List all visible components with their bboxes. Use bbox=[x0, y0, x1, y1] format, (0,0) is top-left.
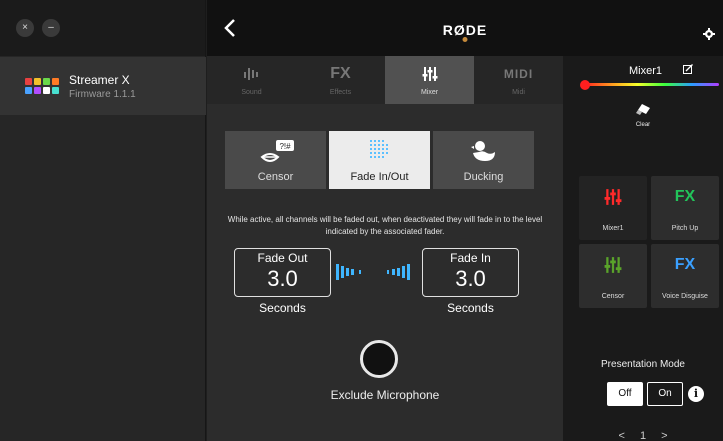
page-number: 1 bbox=[639, 430, 647, 441]
effect-fade-button[interactable]: Fade In/Out bbox=[329, 131, 430, 189]
pad-grid: Mixer1 FX Pitch Up Censor FX Voice Disgu… bbox=[579, 176, 719, 308]
fade-effect-panel: ?!# Censor Fade In/Out Ducking While act… bbox=[207, 104, 563, 441]
tab-midi-label: Midi bbox=[512, 88, 525, 96]
pad-label: Censor bbox=[601, 293, 625, 300]
eraser-icon[interactable] bbox=[636, 103, 652, 115]
section-tabs: Sound FX Effects Mixer MIDI Midi bbox=[207, 56, 563, 104]
window-controls: × – bbox=[0, 0, 205, 56]
svg-text:?!#: ?!# bbox=[279, 142, 291, 151]
color-slider-handle[interactable] bbox=[580, 80, 590, 90]
sound-icon bbox=[243, 65, 261, 83]
mixer-icon bbox=[604, 257, 622, 273]
clear-label[interactable]: Clear bbox=[563, 122, 723, 128]
tab-mixer[interactable]: Mixer bbox=[385, 56, 474, 104]
settings-gear-icon[interactable] bbox=[703, 28, 715, 40]
tab-midi[interactable]: MIDI Midi bbox=[474, 56, 563, 104]
back-arrow-icon[interactable] bbox=[219, 16, 243, 40]
tab-mixer-label: Mixer bbox=[420, 88, 439, 96]
fade-grid-icon bbox=[369, 140, 388, 158]
mixer-name: Mixer1 bbox=[629, 65, 663, 77]
mixer-icon bbox=[604, 189, 622, 205]
tab-sound-label: Sound bbox=[241, 88, 262, 96]
exclude-microphone-toggle[interactable] bbox=[360, 340, 398, 378]
pad-pitch-up[interactable]: FX Pitch Up bbox=[651, 176, 719, 240]
fade-description: While active, all channels will be faded… bbox=[227, 215, 543, 236]
effect-ducking-button[interactable]: Ducking bbox=[433, 131, 534, 189]
presentation-on-button[interactable]: On bbox=[647, 382, 683, 406]
next-page-button[interactable]: > bbox=[661, 430, 667, 441]
effect-fade-label: Fade In/Out bbox=[350, 171, 409, 183]
fx-icon: FX bbox=[330, 64, 351, 82]
mixer-icon bbox=[422, 65, 438, 83]
edit-icon[interactable] bbox=[683, 64, 693, 74]
device-firmware: Firmware 1.1.1 bbox=[69, 88, 136, 100]
fade-in-value[interactable]: 3.0 bbox=[423, 266, 518, 292]
fade-out-control[interactable]: Fade Out 3.0 bbox=[234, 248, 331, 297]
pad-censor[interactable]: Censor bbox=[579, 244, 647, 308]
rode-logo: RØDE bbox=[442, 22, 488, 38]
fade-out-label: Fade Out bbox=[257, 251, 308, 265]
pad-color-slider[interactable] bbox=[583, 83, 719, 86]
close-window-button[interactable]: × bbox=[16, 19, 34, 37]
midi-icon: MIDI bbox=[503, 66, 534, 81]
tab-sound[interactable]: Sound bbox=[207, 56, 296, 104]
exclude-microphone-label: Exclude Microphone bbox=[330, 388, 440, 402]
effect-censor-button[interactable]: ?!# Censor bbox=[225, 131, 326, 189]
pad-mixer1[interactable]: Mixer1 bbox=[579, 176, 647, 240]
device-sidebar: × – Streamer X Firmware 1.1.1 bbox=[0, 0, 206, 441]
fade-out-unit: Seconds bbox=[259, 301, 306, 315]
streamer-x-device-icon bbox=[25, 78, 59, 94]
pad-panel: Mixer1 Clear Mixer1 FX Pitch Up Censor F… bbox=[563, 56, 723, 441]
device-name: Streamer X bbox=[69, 72, 130, 87]
effect-ducking-label: Ducking bbox=[463, 171, 504, 183]
tab-effects-label: Effects bbox=[329, 88, 352, 96]
fx-icon: FX bbox=[674, 188, 696, 205]
tab-effects[interactable]: FX Effects bbox=[296, 56, 385, 104]
pad-label: Voice Disguise bbox=[662, 293, 708, 300]
fade-in-label: Fade In bbox=[450, 251, 491, 265]
presentation-mode-label: Presentation Mode bbox=[601, 359, 685, 370]
fade-bars-icon bbox=[336, 264, 410, 280]
censor-lips-icon: ?!# bbox=[259, 140, 294, 162]
presentation-off-button[interactable]: Off bbox=[607, 382, 643, 406]
info-icon[interactable]: i bbox=[688, 386, 704, 402]
top-header: RØDE bbox=[207, 0, 723, 56]
duck-icon bbox=[470, 141, 495, 161]
fade-out-value[interactable]: 3.0 bbox=[235, 266, 330, 292]
fade-in-unit: Seconds bbox=[447, 301, 494, 315]
effect-selector: ?!# Censor Fade In/Out Ducking bbox=[225, 131, 534, 189]
logo-dot bbox=[462, 37, 468, 42]
pad-pager: < 1 > bbox=[563, 430, 723, 441]
pad-label: Mixer1 bbox=[602, 225, 624, 232]
prev-page-button[interactable]: < bbox=[618, 430, 624, 441]
pad-voice-disguise[interactable]: FX Voice Disguise bbox=[651, 244, 719, 308]
minimize-window-button[interactable]: – bbox=[42, 19, 60, 37]
fade-in-control[interactable]: Fade In 3.0 bbox=[422, 248, 519, 297]
device-item-streamer-x[interactable]: Streamer X Firmware 1.1.1 bbox=[0, 57, 206, 115]
fx-icon: FX bbox=[674, 256, 696, 273]
effect-censor-label: Censor bbox=[257, 171, 294, 183]
pad-label: Pitch Up bbox=[671, 225, 699, 232]
